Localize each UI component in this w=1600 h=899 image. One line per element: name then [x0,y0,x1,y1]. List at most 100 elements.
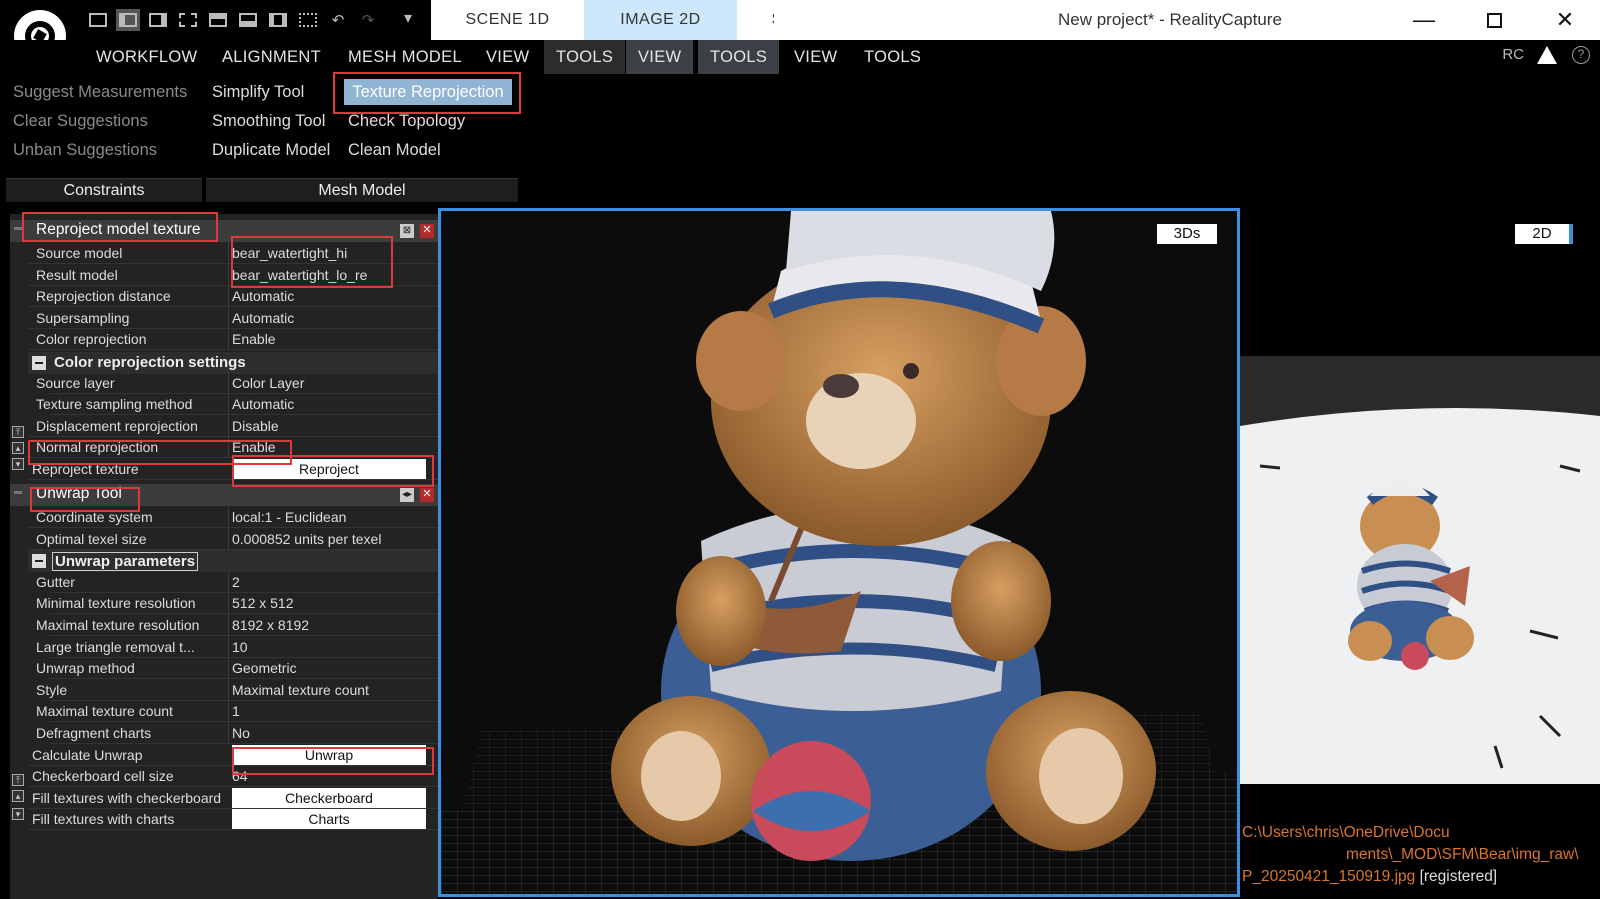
menu-alignment[interactable]: ALIGNMENT [210,40,333,74]
reproject-prop-row[interactable]: Source model bear_watertight_hi [28,242,438,264]
panel-up-icon[interactable]: ▴ [12,442,24,454]
property-label: Source model [36,245,123,261]
checkerboard-cell-size-row[interactable]: Checkerboard cell size 64 [28,765,438,788]
check-topology-button[interactable]: Check Topology [348,107,465,136]
tool-panel: Reproject model texture ⊠ ✕ Color reproj… [10,214,438,899]
menu-view-2[interactable]: VIEW [626,40,694,74]
unwrap-panel-header: Unwrap Tool ◂▸ ✕ [10,484,438,506]
smoothing-tool-button[interactable]: Smoothing Tool [212,107,330,136]
menu-workflow[interactable]: WORKFLOW [84,40,209,74]
unwrap-param-row[interactable]: Large triangle removal t... 10 [36,635,438,658]
reproject-prop-row[interactable]: Reprojection distance Automatic [28,285,438,308]
property-label: Large triangle removal t... [36,638,195,655]
property-value: 0.000852 units per texel [232,530,382,547]
clean-model-button[interactable]: Clean Model [348,136,465,165]
suggest-measurements-button[interactable]: Suggest Measurements [13,78,187,107]
property-label: Displacement reprojection [36,417,198,434]
property-label: Result model [36,266,118,283]
clear-suggestions-button[interactable]: Clear Suggestions [13,107,187,136]
collapse-icon[interactable] [32,554,46,568]
property-value: Automatic [232,288,295,305]
layout-3-icon[interactable] [146,9,170,31]
tab-scene-1d[interactable]: SCENE 1D [431,0,584,40]
redo-icon[interactable]: ↷ [356,9,380,31]
reproject-prop-row[interactable]: Displacement reprojection Disable [28,414,438,437]
layout-4-icon[interactable] [176,9,200,31]
property-label: Checkerboard cell size [32,768,174,785]
panel-close-icon[interactable]: ✕ [420,488,434,502]
color-reproj-prop-row[interactable]: Source layer Color Layer [36,371,438,394]
view-mode-badge-3d[interactable]: 3Ds [1157,224,1217,244]
property-value: Disable [232,417,279,434]
unwrap-param-row[interactable]: Minimal texture resolution 512 x 512 [36,592,438,615]
panel-up-icon[interactable]: ▴ [12,790,24,802]
reproject-prop-row[interactable]: Normal reprojection Enable [28,436,438,459]
view-mode-badge-2d[interactable]: 2D [1515,224,1573,244]
panel-pin-icon[interactable]: ◂▸ [400,488,414,502]
layout-1-icon[interactable] [86,9,110,31]
reproject-prop-row[interactable]: Color reprojection Enable [28,328,438,351]
unwrap-param-row[interactable]: Maximal texture resolution 8192 x 8192 [36,614,438,636]
ribbon-col-constraints: Suggest Measurements Clear Suggestions U… [13,78,187,165]
app-window: ↶ ↷ ▾ SCENE 1D IMAGE 2D SCENE 3D New pro… [0,0,1600,899]
menu-mesh-model[interactable]: MESH MODEL [336,40,474,74]
charts-button[interactable]: Charts [232,809,426,830]
layout-2-icon[interactable] [116,9,140,31]
property-label: Source layer [36,374,115,391]
checkerboard-button[interactable]: Checkerboard [232,787,426,808]
unwrap-prop-row[interactable]: Coordinate system local:1 - Euclidean [28,506,438,528]
panel-down-icon[interactable]: ▾ [12,808,24,820]
panel-down-icon[interactable]: ▾ [12,458,24,470]
help-icon[interactable]: ? [1572,46,1590,64]
property-label: Gutter [36,573,75,590]
unwrap-prop-row[interactable]: Optimal texel size 0.000852 units per tex… [28,527,438,550]
simplify-tool-button[interactable]: Simplify Tool [212,78,330,107]
reproject-prop-row[interactable]: Result model bear_watertight_lo_re [28,263,438,286]
duplicate-model-button[interactable]: Duplicate Model [212,136,330,165]
unwrap-parameters-section[interactable]: Unwrap parameters [28,550,438,572]
property-label: Minimal texture resolution [36,595,196,612]
3d-viewport[interactable] [438,208,1240,897]
unwrap-param-row[interactable]: Defragment charts No [36,722,438,744]
reproject-prop-row[interactable]: Supersampling Automatic [28,306,438,329]
menu-view-3[interactable]: VIEW [782,40,849,74]
layout-8-icon[interactable] [296,9,320,31]
panel-close-icon[interactable]: ✕ [420,224,434,238]
panel-restore-icon[interactable]: ⤒ [12,426,24,438]
collapse-icon[interactable] [32,356,46,370]
texture-reprojection-button[interactable]: Texture Reprojection [344,79,512,105]
reproject-button[interactable]: Reproject [232,459,426,479]
unban-suggestions-button[interactable]: Unban Suggestions [13,136,187,165]
property-label: Supersampling [36,309,130,326]
menu-tools-3[interactable]: TOOLS [852,40,933,74]
menu-tools-1[interactable]: TOOLS [544,40,626,74]
menu-bar: WORKFLOW ALIGNMENT MESH MODEL VIEW TOOLS… [0,40,1600,74]
undo-icon[interactable]: ↶ [326,9,350,31]
unwrap-param-row[interactable]: Style Maximal texture count [36,678,438,701]
layout-6-icon[interactable] [236,9,260,31]
group-mesh-model: Mesh Model [206,178,518,202]
layout-7-icon[interactable] [266,9,290,31]
color-reproj-prop-row[interactable]: Texture sampling method Automatic [36,393,438,416]
property-value: Color Layer [232,374,305,391]
close-button[interactable]: ✕ [1530,0,1600,40]
minimize-button[interactable]: — [1389,0,1459,40]
reproject-label: Reproject texture [32,461,139,477]
menu-tools-2[interactable]: TOOLS [698,40,780,74]
reproject-panel-header: Reproject model texture ⊠ ✕ [10,220,438,242]
property-value: 8192 x 8192 [232,617,310,633]
panel-restore-icon[interactable]: ⤒ [12,774,24,786]
property-label: Normal reprojection [36,439,159,456]
tab-image-2d[interactable]: IMAGE 2D [584,0,737,40]
warning-icon[interactable] [1537,46,1557,64]
unwrap-button[interactable]: Unwrap [232,744,426,765]
unwrap-param-row[interactable]: Maximal texture count 1 [36,700,438,723]
unwrap-param-row[interactable]: Gutter 2 [36,570,438,593]
quick-access-dropdown-icon[interactable]: ▾ [398,8,418,28]
maximize-button[interactable] [1459,0,1529,40]
layout-5-icon[interactable] [206,9,230,31]
menu-view-1[interactable]: VIEW [474,40,541,74]
unwrap-param-row[interactable]: Unwrap method Geometric [36,657,438,680]
panel-pin-icon[interactable]: ⊠ [400,224,414,238]
property-value: No [232,725,250,741]
